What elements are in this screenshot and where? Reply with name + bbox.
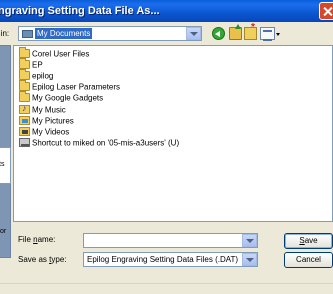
my-documents-icon: [22, 30, 33, 38]
look-in-value: My Documents: [35, 28, 93, 39]
list-item-label: Epilog Laser Parameters: [32, 82, 121, 92]
videos-folder-icon: [19, 127, 30, 137]
back-icon[interactable]: [212, 27, 225, 40]
list-item-label: Shortcut to miked on '05-mis-a3users' (U…: [32, 138, 180, 148]
title-bar: ngraving Setting Data File As...: [0, 0, 333, 22]
folder-icon: [19, 69, 30, 81]
list-item-label: epilog: [32, 71, 54, 81]
chevron-down-icon[interactable]: [242, 234, 257, 247]
folder-icon: [19, 58, 30, 70]
cancel-button[interactable]: Cancel: [284, 252, 333, 268]
close-icon[interactable]: [319, 2, 333, 20]
music-folder-icon: [19, 103, 30, 115]
save-as-type-label-c: ype:: [51, 255, 67, 264]
look-in-dropdown[interactable]: My Documents: [18, 26, 202, 41]
list-item[interactable]: My Videos: [19, 127, 69, 138]
places-item[interactable]: ts: [0, 147, 11, 184]
save-as-type-label: Save as type:: [18, 255, 67, 264]
save-button[interactable]: Save: [284, 233, 333, 249]
network-drive-icon: [19, 138, 30, 148]
list-item[interactable]: Corel User Files: [19, 47, 90, 60]
file-name-label: File name:: [18, 235, 55, 244]
views-menu-icon[interactable]: [260, 27, 275, 41]
save-as-type-dropdown[interactable]: Epilog Engraving Setting Data Files (.DA…: [83, 252, 258, 267]
list-item-label: Corel User Files: [32, 49, 90, 59]
list-item[interactable]: My Google Gadgets: [19, 91, 104, 104]
file-name-label-a: File: [18, 235, 34, 244]
list-item-label: My Pictures: [32, 116, 74, 126]
chevron-down-icon[interactable]: [186, 27, 201, 40]
chevron-down-icon[interactable]: [242, 253, 257, 266]
dialog-bottom-edge: [0, 283, 333, 294]
list-item[interactable]: Shortcut to miked on '05-mis-a3users' (U…: [19, 138, 179, 149]
places-item-label-2: or: [0, 228, 7, 235]
views-dropdown-arrow-icon[interactable]: [276, 33, 280, 36]
new-folder-icon[interactable]: [244, 22, 257, 40]
folder-icon: [19, 91, 30, 103]
file-list[interactable]: Corel User Files EP epilog Epilog Laser …: [13, 45, 333, 222]
file-name-label-c: ame:: [37, 235, 56, 244]
list-item[interactable]: My Music: [19, 103, 66, 116]
save-as-type-value: Epilog Engraving Setting Data Files (.DA…: [87, 255, 239, 264]
up-folder-icon[interactable]: [229, 24, 242, 40]
window-title: ngraving Setting Data File As...: [0, 5, 160, 17]
list-item-label: My Music: [32, 105, 66, 115]
folder-icon: [19, 80, 30, 92]
list-item-label: My Google Gadgets: [32, 93, 104, 103]
list-item[interactable]: Epilog Laser Parameters: [19, 80, 121, 93]
look-in-label: e in:: [0, 29, 10, 38]
file-name-field[interactable]: [83, 233, 258, 248]
list-item-label: My Videos: [32, 127, 70, 137]
folder-icon: [19, 47, 30, 59]
pictures-folder-icon: [19, 116, 30, 126]
places-item-label: ts: [0, 161, 5, 168]
list-item[interactable]: My Pictures: [19, 116, 74, 127]
save-as-type-label-a: Save as: [18, 255, 50, 264]
save-label-c: ave: [304, 236, 318, 245]
list-item-label: EP: [32, 60, 43, 70]
